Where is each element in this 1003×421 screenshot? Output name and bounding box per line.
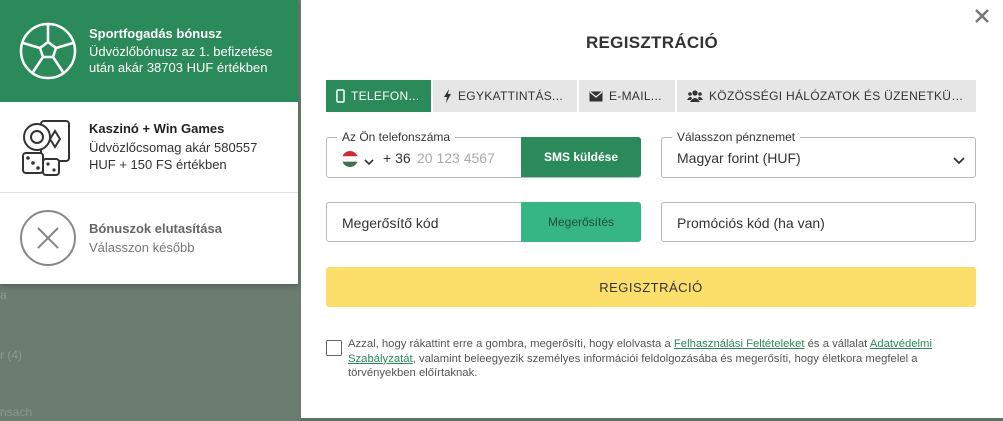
- chevron-down-icon[interactable]: [364, 153, 374, 171]
- terms-checkbox[interactable]: [326, 340, 342, 356]
- registration-tabs: TELEFON... EGYKATTINTÁS... E-MAIL... KÖZ…: [326, 80, 976, 112]
- bonus-option-decline[interactable]: Bónuszok elutasítása Válasszon később: [0, 193, 298, 283]
- terms-text: Azzal, hogy rákattint erre a gombra, meg…: [348, 337, 986, 381]
- bonus-option-sport[interactable]: Sportfogadás bónusz Üdvözlőbónusz az 1. …: [0, 0, 298, 102]
- tab-label: EGYKATTINTÁS...: [458, 89, 563, 103]
- users-icon: [687, 90, 703, 102]
- modal-title: REGISZTRÁCIÓ: [585, 33, 719, 52]
- bonus-title: Sportfogadás bónusz: [89, 26, 222, 41]
- bonus-title: Bónuszok elutasítása: [89, 220, 222, 236]
- terms-text-part: Azzal, hogy rákattint erre a gombra, meg…: [348, 338, 674, 350]
- currency-select[interactable]: Válasszon pénznemet Magyar forint (HUF): [661, 130, 976, 178]
- tab-email[interactable]: E-MAIL...: [579, 80, 677, 112]
- terms-consent: Azzal, hogy rákattint erre a gombra, meg…: [326, 337, 986, 381]
- tab-label: E-MAIL...: [609, 89, 662, 103]
- soccer-ball-icon: [18, 21, 78, 81]
- bonus-description: Üdvözlőcsomag akár 580557 HUF + 150 FS é…: [89, 140, 258, 172]
- currency-label: Válasszon pénznemet: [672, 130, 801, 144]
- close-icon[interactable]: [973, 7, 991, 25]
- bonus-option-casino[interactable]: Kaszinó + Win Games Üdvözlőcsomag akár 5…: [0, 102, 298, 193]
- hungary-flag-icon[interactable]: [342, 151, 358, 167]
- terms-text-part: és a vállalat: [804, 338, 870, 350]
- terms-of-use-link[interactable]: Felhasználási Feltételeket: [674, 338, 805, 350]
- phone-prefix: + 36: [383, 150, 411, 166]
- registration-modal: REGISZTRÁCIÓ TELEFON... EGYKATTINTÁS... …: [301, 0, 1003, 418]
- bonus-description: Válasszon később: [89, 239, 195, 255]
- background-text: a: [0, 288, 7, 302]
- tab-one-click[interactable]: EGYKATTINTÁS...: [433, 80, 579, 112]
- tab-phone[interactable]: TELEFON...: [326, 80, 433, 112]
- bonus-title: Kaszinó + Win Games: [89, 121, 225, 136]
- bonus-selection-panel: Sportfogadás bónusz Üdvözlőbónusz az 1. …: [0, 0, 298, 284]
- send-sms-button[interactable]: SMS küldése: [521, 137, 641, 177]
- phone-label: Az Ön telefonszáma: [337, 130, 456, 144]
- background-text: r (4): [0, 348, 22, 362]
- envelope-icon: [589, 91, 603, 102]
- promo-code-input[interactable]: [677, 212, 957, 234]
- phone-input[interactable]: [417, 147, 517, 169]
- tab-label: TELEFON...: [351, 89, 420, 103]
- background-text: nsach: [0, 405, 33, 419]
- circle-x-icon: [18, 208, 78, 268]
- phone-icon: [336, 89, 345, 103]
- chevron-down-icon: [953, 152, 965, 170]
- register-button[interactable]: REGISZTRÁCIÓ: [326, 267, 976, 307]
- terms-text-part: , valamint beleegyezik személyes informá…: [348, 352, 918, 380]
- promo-code-field: [661, 202, 976, 242]
- tab-social[interactable]: KÖZÖSSÉGI HÁLÓZATOK ÉS ÜZENETKÜLD...: [677, 80, 976, 112]
- bonus-description: Üdvözlőbónusz az 1. befizetése után akár…: [89, 44, 273, 75]
- casino-chips-cards-dice-icon: [18, 117, 78, 177]
- confirmation-code-input[interactable]: [342, 212, 512, 234]
- currency-selected-value: Magyar forint (HUF): [677, 150, 801, 166]
- lightning-icon: [443, 89, 452, 103]
- tab-label: KÖZÖSSÉGI HÁLÓZATOK ÉS ÜZENETKÜLD...: [709, 89, 966, 103]
- confirm-button[interactable]: Megerősítés: [521, 202, 641, 242]
